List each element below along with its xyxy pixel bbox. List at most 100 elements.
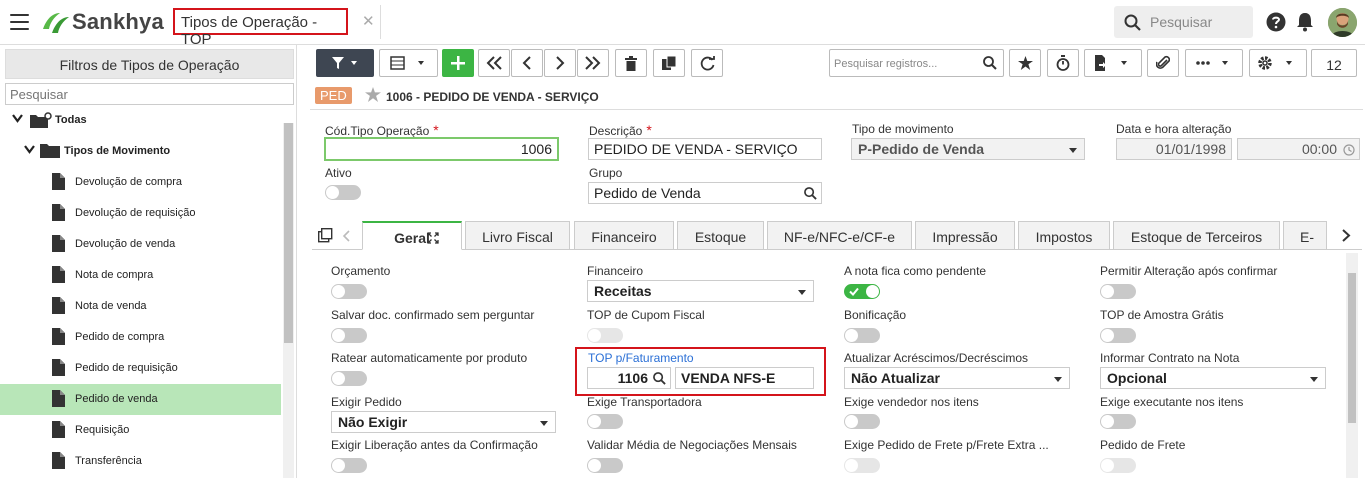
tipo-movimento-select[interactable]: P-Pedido de Venda: [851, 138, 1085, 160]
add-button[interactable]: [442, 49, 474, 77]
hamburger-menu-icon[interactable]: [10, 14, 29, 30]
tree-item[interactable]: Devolução de venda: [0, 229, 281, 260]
tab-impressao[interactable]: Impressão: [915, 221, 1015, 250]
timer-button[interactable]: [1047, 49, 1079, 77]
grid-view-button[interactable]: [379, 49, 438, 77]
tree-item[interactable]: Devolução de compra: [0, 167, 281, 198]
geral-scrollbar[interactable]: [1346, 253, 1358, 478]
tab-impostos[interactable]: Impostos: [1018, 221, 1110, 250]
cod-tipo-input[interactable]: 1006: [324, 137, 559, 161]
cod-tipo-label-text: Cód.Tipo Operação: [325, 124, 430, 138]
tree-item[interactable]: Devolução de requisição: [0, 198, 281, 229]
favorite-button[interactable]: [1009, 49, 1041, 77]
top-faturamento-desc-input[interactable]: VENDA NFS-E: [675, 367, 814, 389]
export-button[interactable]: [1084, 49, 1142, 77]
delete-button[interactable]: [615, 49, 647, 77]
tab-scroll-left-icon[interactable]: [342, 230, 350, 242]
top-amostra-toggle[interactable]: [1100, 328, 1136, 343]
tab-financeiro[interactable]: Financeiro: [574, 221, 674, 250]
tree-item-label: Todas: [55, 114, 87, 126]
tab-nfe[interactable]: NF-e/NFC-e/CF-e: [767, 221, 912, 250]
top-cupom-toggle[interactable]: [587, 328, 623, 343]
notification-bell-icon[interactable]: [1296, 12, 1314, 32]
tree-item[interactable]: Nota de venda: [0, 291, 281, 322]
exige-vendedor-toggle[interactable]: [844, 414, 880, 429]
star-icon[interactable]: [365, 87, 381, 102]
exigir-pedido-select[interactable]: Não Exigir: [331, 411, 556, 433]
top-faturamento-code-input[interactable]: 1106: [587, 367, 671, 389]
tree-item[interactable]: Pedido de requisição: [0, 353, 281, 384]
tree-item[interactable]: Todas: [0, 105, 281, 136]
search-icon[interactable]: [653, 372, 666, 385]
help-icon[interactable]: [1266, 12, 1286, 32]
close-tab-icon[interactable]: ✕: [362, 12, 375, 30]
tab-estoque[interactable]: Estoque: [677, 221, 764, 250]
tab-scroll-right-icon[interactable]: [1342, 229, 1351, 242]
search-icon[interactable]: [983, 56, 997, 70]
exige-transportadora-toggle[interactable]: [587, 414, 623, 429]
filter-search-input[interactable]: [5, 83, 294, 105]
validar-media-toggle[interactable]: [587, 458, 623, 473]
grupo-input[interactable]: Pedido de Venda: [588, 182, 822, 204]
next-record-button[interactable]: [544, 49, 576, 77]
descricao-input[interactable]: PEDIDO DE VENDA - SERVIÇO: [588, 138, 822, 160]
tree-item[interactable]: Transferência: [0, 446, 281, 477]
plus-icon: [451, 56, 465, 70]
geral-scrollbar-thumb[interactable]: [1348, 273, 1356, 423]
exige-frete-toggle[interactable]: [844, 458, 880, 473]
chevron-right-icon: [556, 56, 565, 70]
tab-email[interactable]: E-ma: [1283, 221, 1327, 250]
nota-pendente-toggle[interactable]: [844, 284, 880, 299]
tab-livro-fiscal[interactable]: Livro Fiscal: [465, 221, 570, 250]
duplicate-button[interactable]: [653, 49, 685, 77]
tree-item[interactable]: Nota de compra: [0, 260, 281, 291]
tree-item[interactable]: Requisição: [0, 415, 281, 446]
tree-item[interactable]: Tipos de Movimento: [0, 136, 281, 167]
copy-tab-icon[interactable]: [318, 228, 333, 243]
user-avatar[interactable]: [1328, 8, 1357, 37]
tree-item[interactable]: Pedido de compra: [0, 322, 281, 353]
pedido-frete-toggle[interactable]: [1100, 458, 1136, 473]
tree-item-label: Devolução de venda: [75, 238, 176, 250]
first-record-button[interactable]: [478, 49, 510, 77]
expand-icon[interactable]: [427, 232, 439, 244]
filter-scrollbar[interactable]: [283, 123, 294, 478]
exigir-liberacao-toggle[interactable]: [331, 458, 367, 473]
top-faturamento-label[interactable]: TOP p/Faturamento: [588, 351, 694, 365]
last-record-button[interactable]: [577, 49, 609, 77]
salvar-doc-toggle[interactable]: [331, 328, 367, 343]
chevron-down-icon[interactable]: [12, 114, 23, 126]
more-actions-button[interactable]: [1185, 49, 1243, 77]
settings-button[interactable]: [1249, 49, 1307, 77]
ativo-toggle[interactable]: [325, 185, 361, 200]
search-icon[interactable]: [804, 187, 817, 200]
tab-tipos-operacao[interactable]: Tipos de Operação - TOP: [173, 8, 348, 48]
global-search[interactable]: Pesquisar: [1114, 6, 1253, 38]
document-icon: [52, 452, 65, 472]
filter-button[interactable]: [316, 49, 374, 77]
descricao-label: Descrição *: [589, 122, 652, 138]
attachment-button[interactable]: [1147, 49, 1179, 77]
filter-scrollbar-thumb[interactable]: [284, 123, 293, 343]
file-export-icon: [1095, 55, 1127, 71]
exige-executante-toggle[interactable]: [1100, 414, 1136, 429]
atualizar-acrescimos-select[interactable]: Não Atualizar: [844, 367, 1070, 389]
orcamento-toggle[interactable]: [331, 284, 367, 299]
exigir-pedido-label: Exigir Pedido: [331, 395, 402, 409]
permitir-alteracao-toggle[interactable]: [1100, 284, 1136, 299]
page-size-input[interactable]: 12: [1311, 49, 1357, 77]
ratear-toggle[interactable]: [331, 371, 367, 386]
bonificacao-toggle[interactable]: [844, 328, 880, 343]
chevron-down-icon[interactable]: [24, 145, 35, 157]
tab-estoque-terceiros[interactable]: Estoque de Terceiros: [1113, 221, 1280, 250]
record-search-input[interactable]: Pesquisar registros...: [829, 49, 1004, 77]
informar-contrato-select[interactable]: Opcional: [1100, 367, 1326, 389]
descricao-label-text: Descrição: [589, 124, 643, 138]
tree-item[interactable]: Pedido de venda: [0, 384, 281, 415]
refresh-button[interactable]: [691, 49, 723, 77]
tab-geral[interactable]: Geral: [362, 221, 462, 250]
financeiro-select[interactable]: Receitas: [587, 280, 814, 302]
previous-record-button[interactable]: [511, 49, 543, 77]
folder-settings-icon: [30, 112, 52, 131]
trash-icon: [625, 55, 637, 71]
